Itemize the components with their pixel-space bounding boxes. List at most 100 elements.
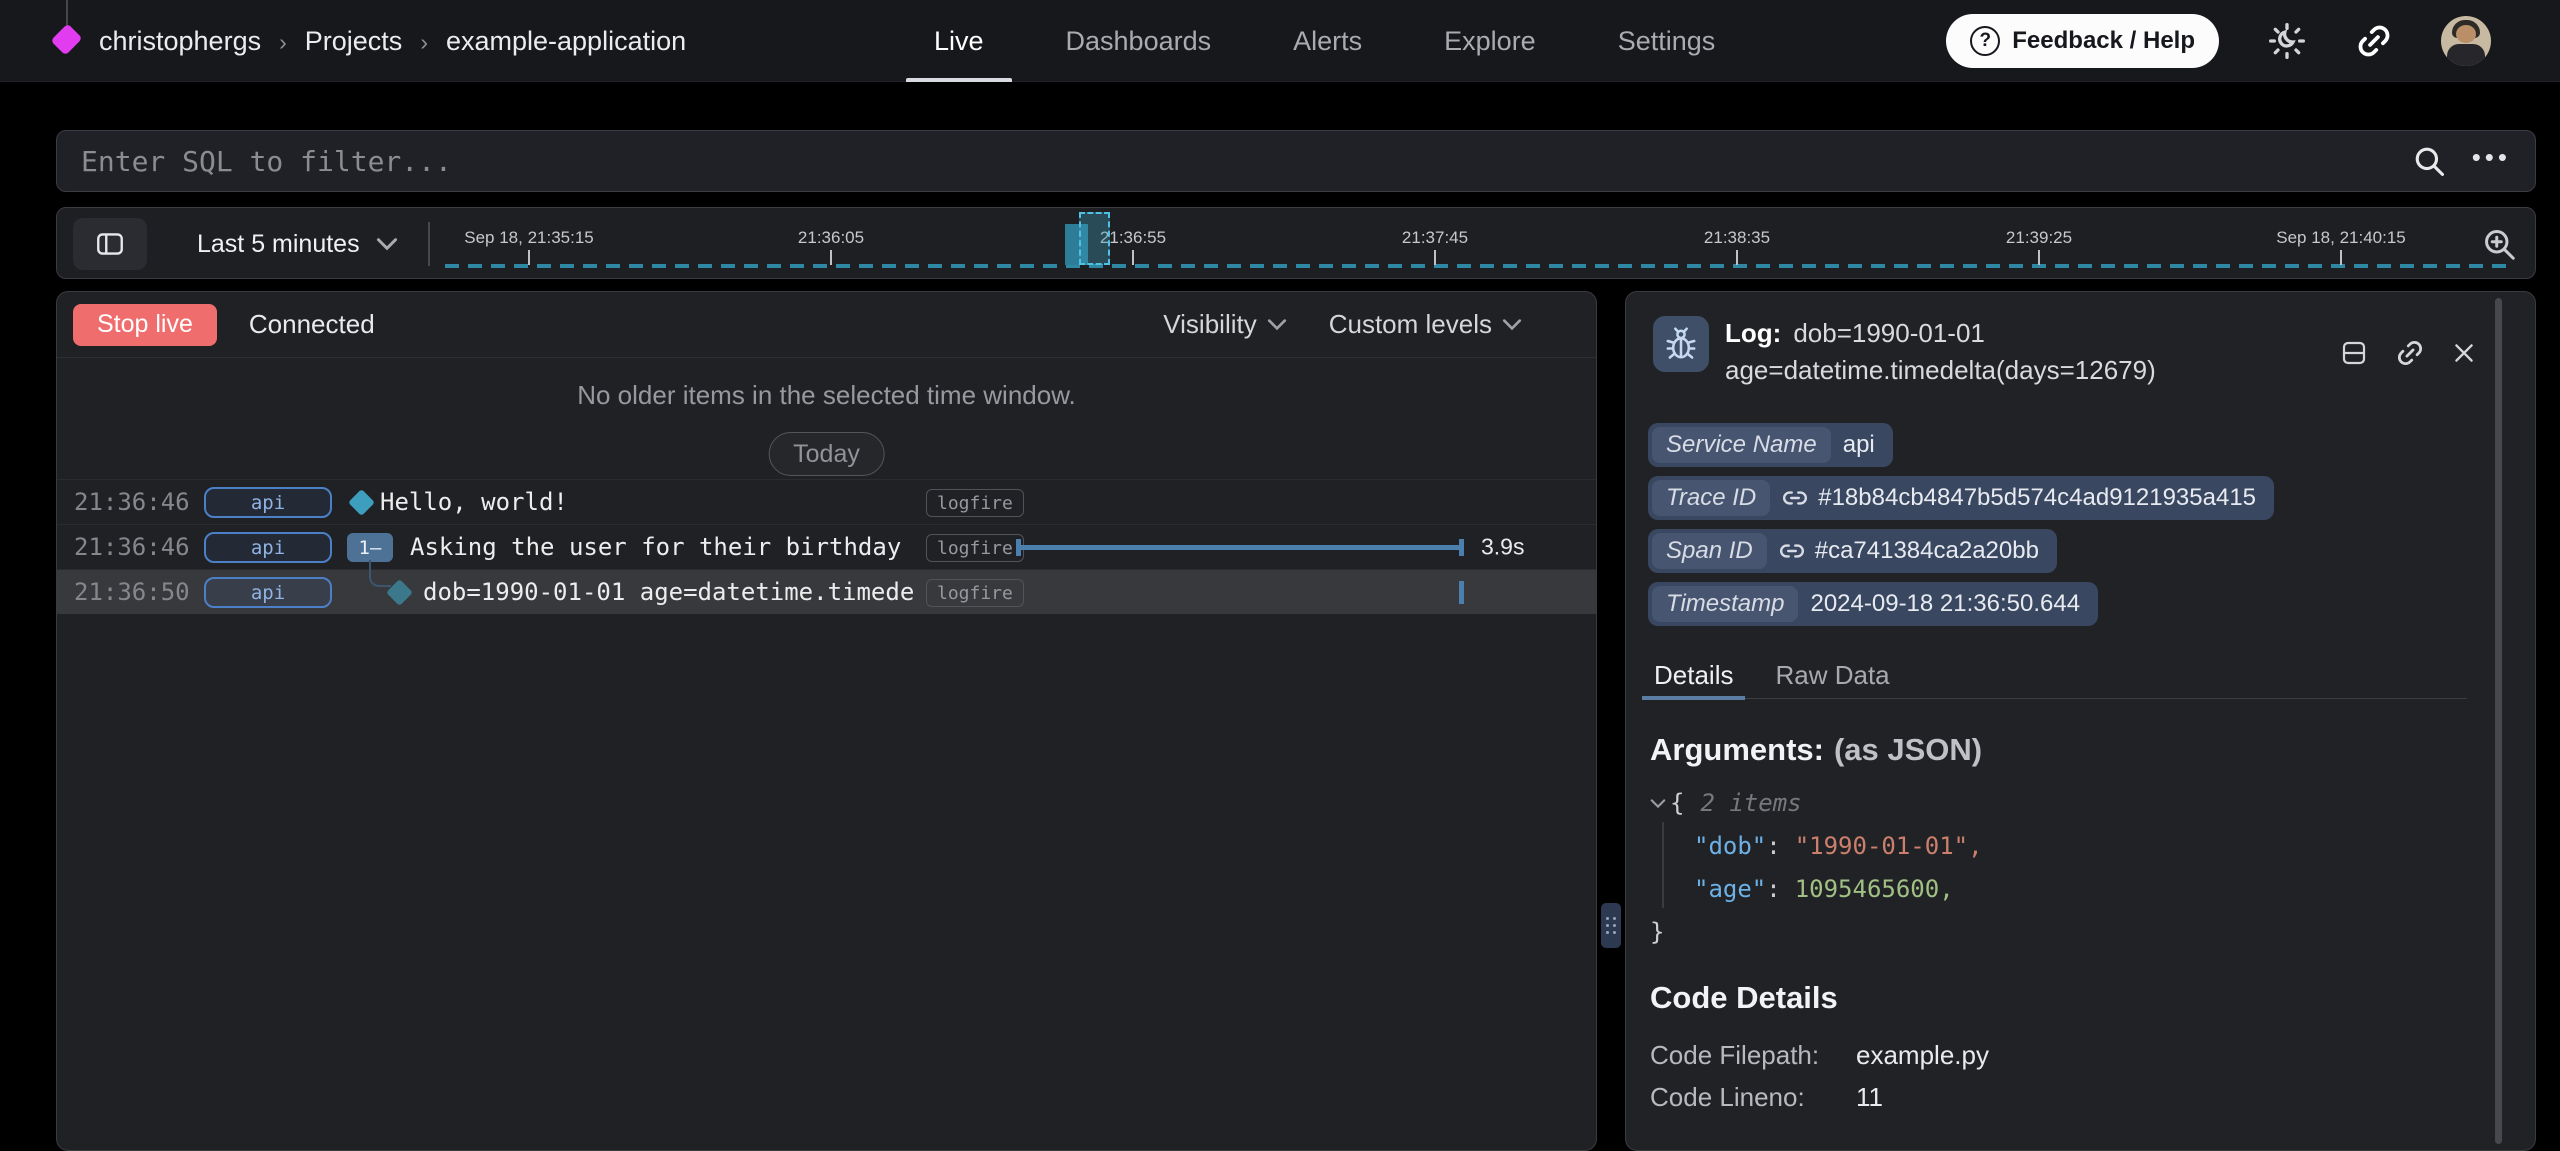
tick-label: 21:37:45: [1402, 228, 1468, 248]
badge-label: Timestamp: [1652, 586, 1798, 622]
tab-details[interactable]: Details: [1648, 652, 1739, 698]
user-avatar[interactable]: [2441, 16, 2491, 66]
span-detail-panel: Log: dob=1990-01-01 age=datetime.timedelt…: [1625, 291, 2536, 1151]
chevron-down-icon: [1267, 318, 1287, 331]
span-tick: [1459, 581, 1464, 604]
code-lineno-row: Code Lineno: 11: [1650, 1082, 1883, 1113]
log-row-selected[interactable]: 21:36:50 api dob=1990-01-01 age=datetime…: [57, 569, 1596, 614]
share-link-icon[interactable]: [2355, 22, 2393, 60]
log-row[interactable]: 21:36:46 api Hello, world! logfire: [57, 479, 1596, 524]
json-close-brace: }: [1650, 911, 1664, 954]
today-button[interactable]: Today: [768, 432, 885, 476]
json-colon: :: [1766, 825, 1780, 868]
arguments-heading-suffix: (as JSON): [1834, 732, 1982, 767]
badge-label: Span ID: [1652, 533, 1767, 569]
detail-title-line1: dob=1990-01-01: [1793, 318, 1985, 348]
tab-live[interactable]: Live: [934, 0, 984, 82]
avatar-body: [2447, 44, 2485, 66]
theme-toggle-icon[interactable]: [2267, 21, 2307, 61]
service-pill[interactable]: api: [204, 532, 332, 563]
timeline-toolbar: Last 5 minutes Sep 18, 21:35:15 21:36:05…: [56, 207, 2536, 279]
chevron-right-icon: ›: [279, 29, 287, 56]
chevron-down-icon: [376, 237, 398, 251]
detail-title-line2: age=datetime.timedelta(days=12679): [1725, 352, 2156, 389]
service-pill[interactable]: api: [204, 577, 332, 608]
timeline-baseline: [445, 264, 2513, 268]
timestamp-badge[interactable]: Timestamp 2024-09-18 21:36:50.644: [1648, 582, 2098, 626]
tab-raw-data[interactable]: Raw Data: [1769, 652, 1895, 698]
code-filepath-row: Code Filepath: example.py: [1650, 1040, 1989, 1071]
json-viewer: { 2 items "dob":"1990-01-01", "age":1095…: [1650, 782, 1983, 954]
service-name-badge[interactable]: Service Name api: [1648, 423, 1893, 467]
breadcrumb-project[interactable]: example-application: [446, 26, 686, 57]
custom-levels-dropdown[interactable]: Custom levels: [1329, 309, 1522, 340]
split-view-icon[interactable]: [2339, 338, 2369, 368]
stop-live-button[interactable]: Stop live: [73, 304, 217, 346]
divider: [428, 222, 430, 266]
detail-title: Log: dob=1990-01-01 age=datetime.timedelt…: [1725, 315, 2156, 389]
copy-link-icon[interactable]: [2395, 338, 2425, 368]
badge-value-text: #18b84cb4847b5d574c4ad9121935a415: [1818, 484, 2256, 512]
detail-tabs: Details Raw Data: [1648, 652, 2467, 699]
badge-value: api: [1831, 431, 1889, 459]
code-lineno-label: Code Lineno:: [1650, 1082, 1856, 1113]
breadcrumb-projects[interactable]: Projects: [305, 26, 403, 57]
arguments-heading-text: Arguments:: [1650, 732, 1824, 767]
scope-tag[interactable]: logfire: [926, 489, 1024, 517]
scope-tag[interactable]: logfire: [926, 579, 1024, 607]
sidebar-toggle-button[interactable]: [73, 218, 147, 270]
tab-dashboards[interactable]: Dashboards: [1066, 0, 1212, 82]
json-colon: :: [1766, 868, 1780, 911]
histogram-bar-selected[interactable]: [1079, 212, 1110, 265]
json-expander-icon[interactable]: [1650, 798, 1666, 809]
tick-label: Sep 18, 21:35:15: [464, 228, 594, 248]
code-details-heading: Code Details: [1650, 980, 1838, 1016]
help-icon: ?: [1970, 26, 2000, 56]
detail-title-kind: Log:: [1725, 318, 1781, 348]
visibility-label: Visibility: [1163, 309, 1256, 340]
scope-tag[interactable]: logfire: [926, 534, 1024, 562]
log-message: Hello, world!: [380, 488, 568, 516]
tick-mark: [2340, 250, 2342, 265]
sql-filter-input[interactable]: [81, 145, 2412, 178]
row-timestamp: 21:36:50: [74, 578, 190, 606]
tab-settings[interactable]: Settings: [1618, 0, 1716, 82]
json-key: "dob": [1694, 825, 1766, 868]
live-view-panel: Stop live Connected Visibility Custom le…: [56, 291, 1597, 1151]
code-lineno-value: 11: [1856, 1082, 1883, 1113]
tab-alerts[interactable]: Alerts: [1293, 0, 1362, 82]
json-key: "age": [1694, 868, 1766, 911]
tick-label: Sep 18, 21:40:15: [2276, 228, 2406, 248]
close-icon[interactable]: [2451, 340, 2477, 366]
tick-mark: [830, 250, 832, 265]
time-range-selector[interactable]: Last 5 minutes: [197, 208, 398, 280]
grip-dots-icon: [1606, 917, 1616, 934]
span-id-badge[interactable]: Span ID #ca741384ca2a20bb: [1648, 529, 2057, 573]
log-diamond-icon: [348, 489, 375, 516]
duration-label: 3.9s: [1481, 534, 1524, 561]
search-icon[interactable]: [2412, 144, 2446, 178]
tick-label: 21:39:25: [2006, 228, 2072, 248]
panel-resize-handle[interactable]: [1601, 903, 1621, 948]
tab-explore[interactable]: Explore: [1444, 0, 1536, 82]
log-message: Asking the user for their birthday: [410, 533, 901, 561]
zoom-in-icon[interactable]: [2481, 226, 2517, 262]
service-pill[interactable]: api: [204, 487, 332, 518]
breadcrumb-org[interactable]: christophergs: [99, 26, 261, 57]
code-filepath-value: example.py: [1856, 1040, 1989, 1071]
logfire-logo-icon[interactable]: [51, 24, 83, 56]
more-options-icon[interactable]: •••: [2472, 144, 2511, 170]
row-timestamp: 21:36:46: [74, 488, 190, 516]
log-message-clip: Hello, world!: [380, 480, 916, 524]
topbar-actions: ? Feedback / Help: [1946, 0, 2491, 82]
chevron-down-icon: [1502, 318, 1522, 331]
visibility-dropdown[interactable]: Visibility: [1163, 309, 1286, 340]
collapse-children-badge[interactable]: 1–: [347, 533, 393, 562]
trace-id-badge[interactable]: Trace ID #18b84cb4847b5d574c4ad9121935a4…: [1648, 476, 2274, 520]
feedback-help-button[interactable]: ? Feedback / Help: [1946, 14, 2219, 68]
arguments-heading: Arguments: (as JSON): [1650, 732, 1982, 768]
scrollbar[interactable]: [2495, 298, 2502, 1144]
log-row[interactable]: 21:36:46 api 1– Asking the user for thei…: [57, 524, 1596, 569]
connection-status: Connected: [249, 309, 375, 340]
link-icon: [1779, 538, 1805, 564]
